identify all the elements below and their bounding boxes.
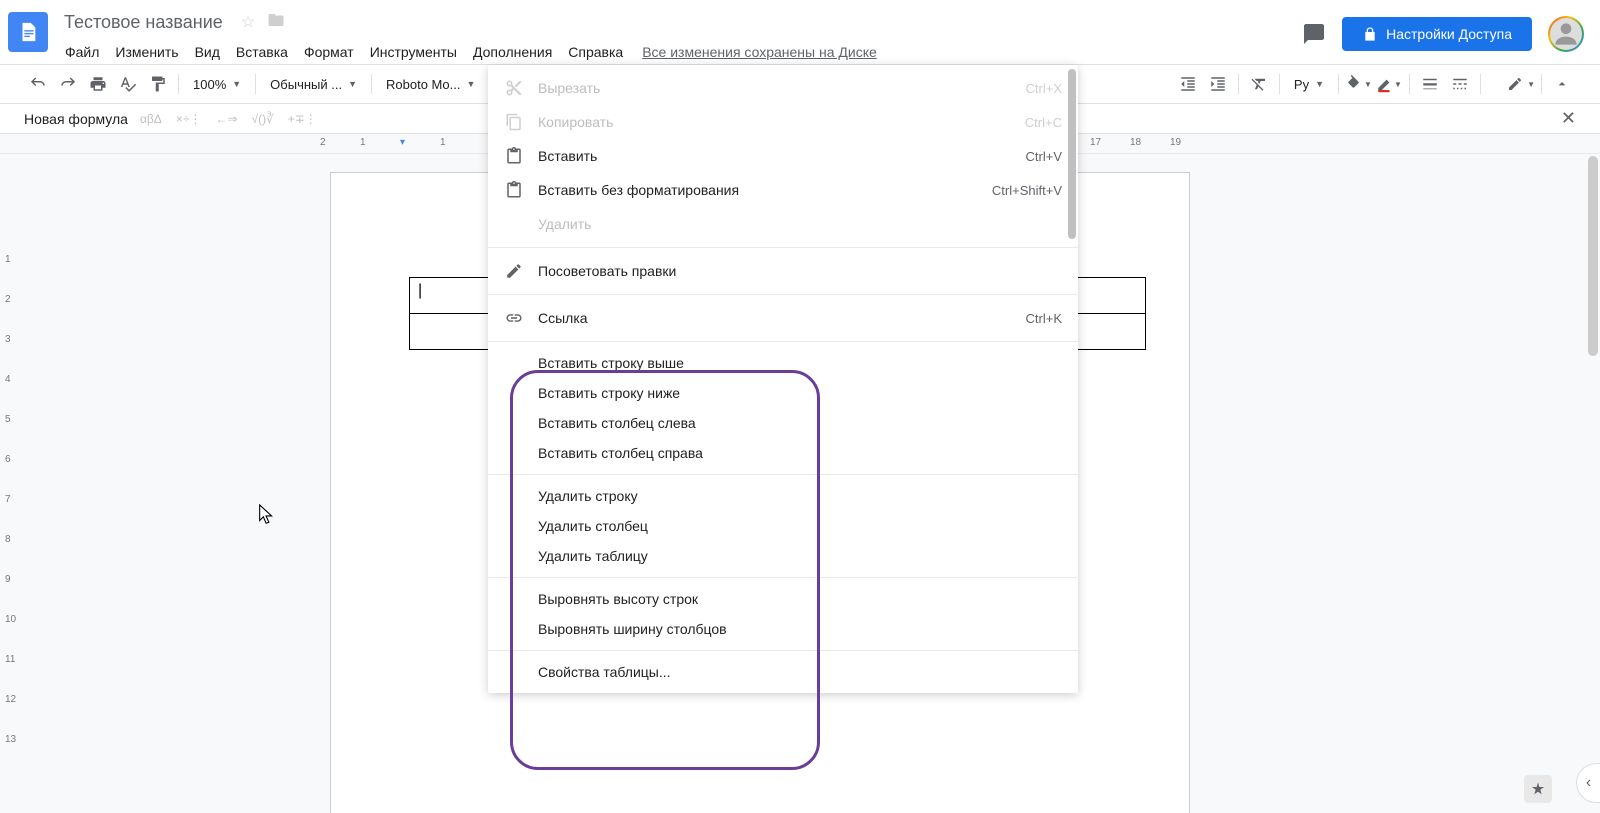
copy-icon [504, 112, 524, 132]
context-menu-item[interactable]: СсылкаCtrl+K [488, 301, 1078, 335]
context-menu-item[interactable]: Посоветовать правки [488, 254, 1078, 288]
context-menu-label: Вставить без форматирования [538, 182, 992, 198]
context-menu-label: Вставить столбец слева [538, 415, 1062, 431]
blank-icon [504, 214, 524, 234]
mouse-cursor-icon [258, 504, 276, 531]
context-menu-label: Вставить строку выше [538, 355, 1062, 371]
menu-format[interactable]: Формат [297, 40, 361, 64]
shortcut-label: Ctrl+Shift+V [992, 183, 1062, 198]
doc-title[interactable]: Тестовое название [58, 10, 229, 35]
context-menu-label: Вставить строку ниже [538, 385, 1062, 401]
context-menu-item[interactable]: Выровнять ширину столбцов [488, 614, 1078, 644]
zoom-select[interactable]: 100%▼ [185, 73, 249, 96]
border-style-icon[interactable] [1446, 70, 1474, 98]
context-menu-label: Вырезать [538, 80, 1026, 96]
context-menu-label: Вставить [538, 148, 1026, 164]
context-menu-label: Вставить столбец справа [538, 445, 1062, 461]
menu-bar: Файл Изменить Вид Вставка Формат Инструм… [58, 38, 1302, 66]
context-menu-label: Ссылка [538, 310, 1026, 326]
formula-token[interactable]: αβΔ [140, 112, 162, 126]
context-menu-item[interactable]: Вставить столбец слева [488, 408, 1078, 438]
context-menu-label: Копировать [538, 114, 1025, 130]
paste-icon [504, 146, 524, 166]
context-menu: ВырезатьCtrl+XКопироватьCtrl+CВставитьCt… [488, 65, 1078, 693]
formula-token[interactable]: +∓⋮ [288, 112, 317, 126]
shortcut-label: Ctrl+C [1025, 115, 1062, 130]
indent-increase-icon[interactable] [1204, 70, 1232, 98]
header: Тестовое название ☆ Файл Изменить Вид Вс… [0, 0, 1600, 64]
fill-color-icon[interactable]: ▼ [1345, 70, 1373, 98]
menu-insert[interactable]: Вставка [229, 40, 295, 64]
paste-icon [504, 180, 524, 200]
redo-icon[interactable] [54, 70, 82, 98]
border-width-icon[interactable] [1416, 70, 1444, 98]
cut-icon [504, 78, 524, 98]
context-menu-label: Удалить столбец [538, 518, 1062, 534]
context-menu-item[interactable]: Вставить строку ниже [488, 378, 1078, 408]
context-menu-item: ВырезатьCtrl+X [488, 71, 1078, 105]
context-menu-item[interactable]: Удалить столбец [488, 511, 1078, 541]
formula-token[interactable]: √()∛ [251, 112, 273, 126]
docs-logo-icon[interactable] [8, 12, 48, 52]
paint-format-icon[interactable] [144, 70, 172, 98]
context-menu-item[interactable]: Вставить без форматированияCtrl+Shift+V [488, 173, 1078, 207]
context-menu-label: Удалить таблицу [538, 548, 1062, 564]
shortcut-label: Ctrl+V [1026, 149, 1062, 164]
context-menu-label: Посоветовать правки [538, 263, 1062, 279]
menu-file[interactable]: Файл [58, 40, 106, 64]
formula-token[interactable]: ×÷⋮ [176, 112, 202, 126]
editing-mode-icon[interactable]: ▼ [1507, 70, 1535, 98]
explore-icon[interactable] [1524, 775, 1552, 803]
font-select[interactable]: Roboto Mo...▼ [378, 73, 483, 96]
title-area: Тестовое название ☆ Файл Изменить Вид Вс… [58, 8, 1302, 66]
context-menu-item[interactable]: Вставить строку выше [488, 348, 1078, 378]
formula-label: Новая формула [24, 111, 128, 127]
comments-icon[interactable] [1302, 22, 1326, 46]
menu-edit[interactable]: Изменить [108, 40, 185, 64]
collapse-icon[interactable] [1548, 70, 1576, 98]
menu-addons[interactable]: Дополнения [466, 40, 559, 64]
spellcheck-icon[interactable] [114, 70, 142, 98]
shortcut-label: Ctrl+X [1026, 81, 1062, 96]
context-menu-item[interactable]: Вставить столбец справа [488, 438, 1078, 468]
folder-icon[interactable] [267, 11, 285, 34]
context-menu-item[interactable]: Удалить строку [488, 481, 1078, 511]
context-menu-label: Свойства таблицы... [538, 664, 1062, 680]
share-label: Настройки Доступа [1386, 26, 1512, 42]
formula-token[interactable]: ←⇒ [215, 112, 237, 126]
context-menu-label: Удалить [538, 216, 1062, 232]
context-menu-item[interactable]: Удалить таблицу [488, 541, 1078, 571]
close-icon[interactable]: ✕ [1561, 108, 1576, 129]
suggest-icon [504, 261, 524, 281]
border-color-icon[interactable]: ▼ [1375, 70, 1403, 98]
menu-tools[interactable]: Инструменты [363, 40, 464, 64]
account-avatar[interactable] [1548, 16, 1584, 52]
scrollbar[interactable] [1068, 69, 1076, 239]
share-button[interactable]: Настройки Доступа [1342, 17, 1532, 51]
context-menu-item[interactable]: ВставитьCtrl+V [488, 139, 1078, 173]
scrollbar[interactable] [1588, 156, 1598, 356]
undo-icon[interactable] [24, 70, 52, 98]
menu-help[interactable]: Справка [561, 40, 630, 64]
context-menu-item: Удалить [488, 207, 1078, 241]
side-panel-toggle-icon[interactable]: ‹ [1576, 763, 1600, 803]
context-menu-item: КопироватьCtrl+C [488, 105, 1078, 139]
indent-decrease-icon[interactable] [1174, 70, 1202, 98]
menu-view[interactable]: Вид [188, 40, 227, 64]
link-icon [504, 308, 524, 328]
saved-status[interactable]: Все изменения сохранены на Диске [642, 44, 877, 60]
clear-format-icon[interactable] [1245, 70, 1273, 98]
style-select[interactable]: Обычный ...▼ [262, 73, 365, 96]
context-menu-label: Удалить строку [538, 488, 1062, 504]
print-icon[interactable] [84, 70, 112, 98]
star-icon[interactable]: ☆ [241, 12, 255, 32]
context-menu-item[interactable]: Выровнять высоту строк [488, 584, 1078, 614]
context-menu-label: Выровнять высоту строк [538, 591, 1062, 607]
context-menu-item[interactable]: Свойства таблицы... [488, 657, 1078, 687]
context-menu-label: Выровнять ширину столбцов [538, 621, 1062, 637]
ruler-vertical: 1 2 3 4 5 6 7 8 9 10 11 12 13 [0, 154, 20, 813]
shortcut-label: Ctrl+K [1026, 311, 1062, 326]
spell-lang-select[interactable]: Ру▼ [1286, 73, 1332, 96]
